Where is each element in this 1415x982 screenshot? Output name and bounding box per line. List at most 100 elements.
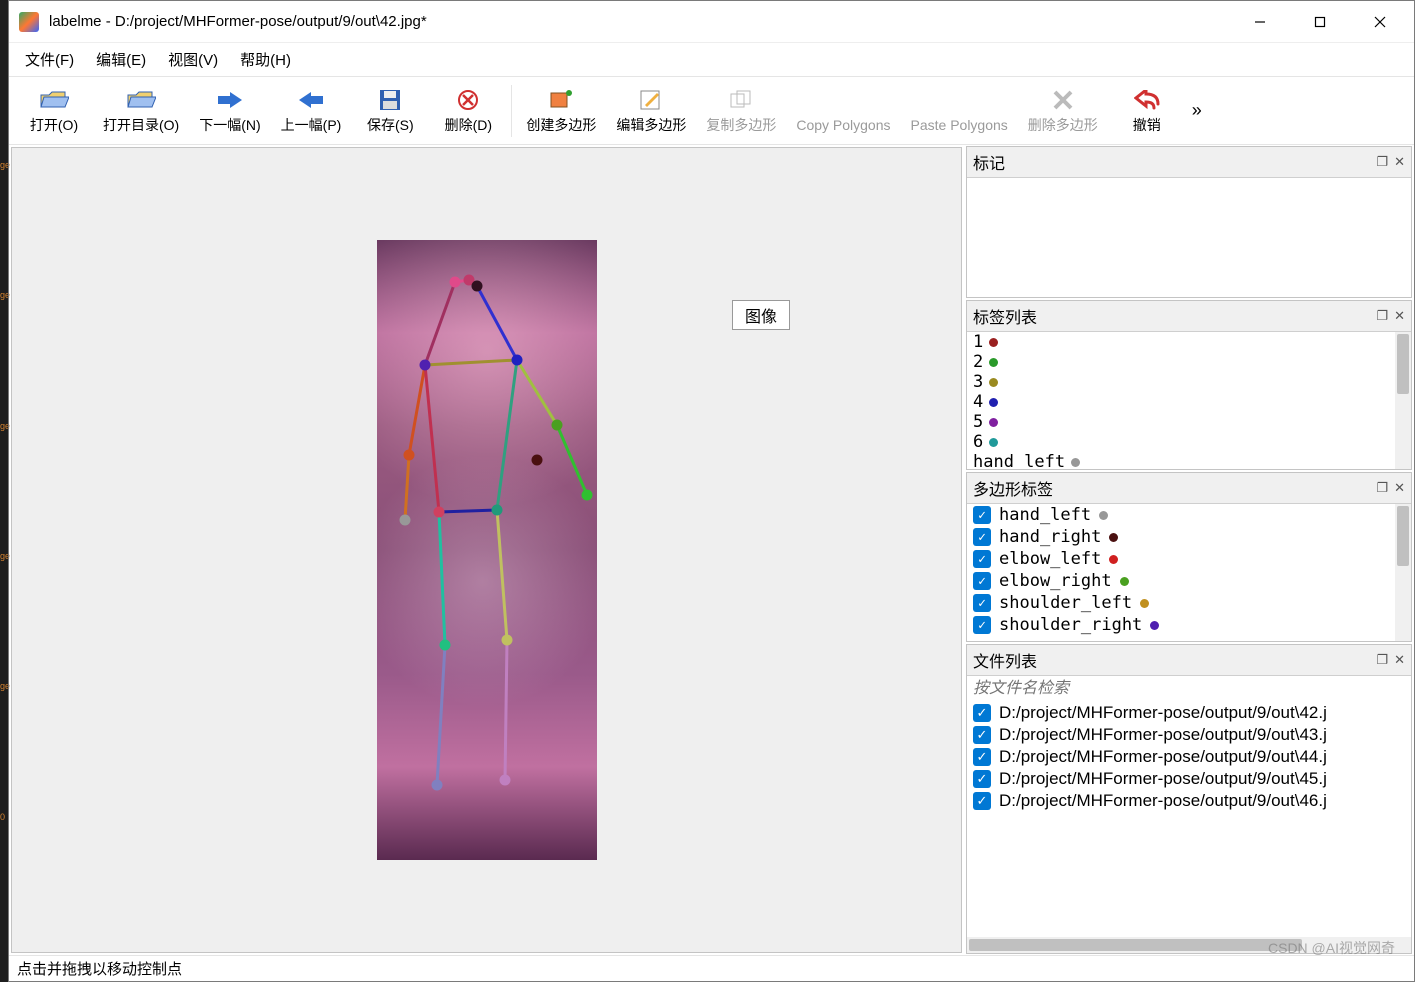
status-text: 点击并拖拽以移动控制点: [17, 958, 182, 979]
folder-open-icon: [39, 87, 69, 113]
app-icon: [19, 12, 39, 32]
panel-close-icon[interactable]: ✕: [1394, 480, 1405, 496]
minimize-button[interactable]: [1230, 6, 1290, 38]
keypoint-ankle_l[interactable]: [431, 780, 442, 791]
panel-close-icon[interactable]: ✕: [1394, 308, 1405, 324]
scrollbar[interactable]: [1395, 332, 1411, 469]
file-list-item[interactable]: ✓D:/project/MHFormer-pose/output/9/out\4…: [967, 768, 1411, 790]
checkbox-icon[interactable]: ✓: [973, 704, 991, 722]
toolbar: 打开(O) 打开目录(O) 下一幅(N) 上一幅(P) 保存(S) 删除(D) …: [9, 77, 1414, 145]
copy-polygons-button: Copy Polygons: [786, 85, 900, 137]
window-title: labelme - D:/project/MHFormer-pose/outpu…: [49, 13, 1230, 30]
panel-close-icon[interactable]: ✕: [1394, 652, 1405, 668]
polygons-list[interactable]: ✓hand_left✓hand_right✓elbow_left✓elbow_r…: [967, 504, 1411, 641]
panel-float-icon[interactable]: ❐: [1376, 480, 1388, 496]
prev-image-button[interactable]: 上一幅(P): [271, 83, 352, 139]
checkbox-icon[interactable]: ✓: [973, 748, 991, 766]
titlebar: labelme - D:/project/MHFormer-pose/outpu…: [9, 1, 1414, 43]
panel-float-icon[interactable]: ❐: [1376, 154, 1388, 170]
label-list-item[interactable]: 2: [967, 352, 1411, 372]
maximize-button[interactable]: [1290, 6, 1350, 38]
checkbox-icon[interactable]: ✓: [973, 572, 991, 590]
label-list-item[interactable]: hand_left: [967, 452, 1411, 469]
polygons-panel-title: 多边形标签: [973, 476, 1370, 500]
keypoint-ankle_r[interactable]: [499, 775, 510, 786]
checkbox-icon[interactable]: ✓: [973, 726, 991, 744]
menu-help[interactable]: 帮助(H): [234, 47, 297, 72]
file-search-input[interactable]: [967, 676, 1411, 702]
checkbox-icon[interactable]: ✓: [973, 770, 991, 788]
panel-float-icon[interactable]: ❐: [1376, 652, 1388, 668]
edit-polygon-button[interactable]: 编辑多边形: [606, 83, 696, 139]
keypoint-eye_r[interactable]: [471, 281, 482, 292]
polygon-list-item[interactable]: ✓shoulder_right: [967, 614, 1411, 636]
keypoint-hand_l[interactable]: [399, 515, 410, 526]
polygon-list-item[interactable]: ✓hand_right: [967, 526, 1411, 548]
open-button[interactable]: 打开(O): [15, 83, 93, 139]
toolbar-overflow-button[interactable]: »: [1186, 100, 1208, 121]
polygon-list-item[interactable]: ✓elbow_left: [967, 548, 1411, 570]
keypoint-knee_l[interactable]: [439, 640, 450, 651]
checkbox-icon[interactable]: ✓: [973, 792, 991, 810]
keypoint-nose[interactable]: [449, 277, 460, 288]
markers-panel-body[interactable]: [967, 178, 1411, 297]
keypoint-shoulder_l[interactable]: [419, 360, 430, 371]
file-list-item[interactable]: ✓D:/project/MHFormer-pose/output/9/out\4…: [967, 790, 1411, 812]
panel-float-icon[interactable]: ❐: [1376, 308, 1388, 324]
next-image-button[interactable]: 下一幅(N): [189, 83, 270, 139]
polygon-list-item[interactable]: ✓elbow_right: [967, 570, 1411, 592]
background-editor-strip: gegegegege0: [0, 0, 8, 982]
paste-polygons-button: Paste Polygons: [901, 85, 1018, 137]
delete-x-icon: [457, 87, 479, 113]
label-list-item[interactable]: 6: [967, 432, 1411, 452]
polygon-list-item[interactable]: ✓shoulder_left: [967, 592, 1411, 614]
scrollbar[interactable]: [1395, 504, 1411, 641]
image-canvas[interactable]: [377, 240, 597, 860]
keypoint-shoulder_r[interactable]: [511, 355, 522, 366]
polygon-list-item[interactable]: ✓hand_left: [967, 504, 1411, 526]
delete-x-icon: [1052, 87, 1074, 113]
label-list-item[interactable]: 5: [967, 412, 1411, 432]
delete-button[interactable]: 删除(D): [429, 83, 507, 139]
folder-icon: [126, 87, 156, 113]
arrow-left-icon: [297, 87, 325, 113]
save-button[interactable]: 保存(S): [351, 83, 429, 139]
checkbox-icon[interactable]: ✓: [973, 550, 991, 568]
checkbox-icon[interactable]: ✓: [973, 506, 991, 524]
labels-list[interactable]: 123456hand_left: [967, 332, 1411, 469]
keypoint-elbow_r[interactable]: [551, 420, 562, 431]
keypoint-hand_r[interactable]: [531, 455, 542, 466]
checkbox-icon[interactable]: ✓: [973, 594, 991, 612]
label-list-item[interactable]: 3: [967, 372, 1411, 392]
canvas-area[interactable]: 图像: [11, 147, 962, 953]
panel-close-icon[interactable]: ✕: [1394, 154, 1405, 170]
undo-button[interactable]: 撤销: [1108, 83, 1186, 139]
polygon-edit-icon: [639, 87, 663, 113]
label-list-item[interactable]: 1: [967, 332, 1411, 352]
checkbox-icon[interactable]: ✓: [973, 616, 991, 634]
files-panel: 文件列表 ❐ ✕ ✓D:/project/MHFormer-pose/output/…: [966, 644, 1412, 954]
files-panel-title: 文件列表: [973, 648, 1370, 672]
menu-file[interactable]: 文件(F): [19, 47, 80, 72]
menu-view[interactable]: 视图(V): [162, 47, 224, 72]
files-list[interactable]: ✓D:/project/MHFormer-pose/output/9/out\4…: [967, 702, 1411, 953]
file-list-item[interactable]: ✓D:/project/MHFormer-pose/output/9/out\4…: [967, 746, 1411, 768]
keypoint-hip_r[interactable]: [491, 505, 502, 516]
keypoint-hip_l[interactable]: [433, 507, 444, 518]
keypoint-hand_r2[interactable]: [581, 490, 592, 501]
duplicate-polygon-button: 复制多边形: [696, 83, 786, 139]
polygon-copy-icon: [729, 87, 753, 113]
checkbox-icon[interactable]: ✓: [973, 528, 991, 546]
menu-edit[interactable]: 编辑(E): [90, 47, 152, 72]
floppy-disk-icon: [379, 87, 401, 113]
open-dir-button[interactable]: 打开目录(O): [93, 83, 189, 139]
keypoint-elbow_l[interactable]: [403, 450, 414, 461]
statusbar: 点击并拖拽以移动控制点: [9, 955, 1414, 981]
keypoint-knee_r[interactable]: [501, 635, 512, 646]
create-polygon-button[interactable]: 创建多边形: [516, 83, 606, 139]
label-list-item[interactable]: 4: [967, 392, 1411, 412]
file-list-item[interactable]: ✓D:/project/MHFormer-pose/output/9/out\4…: [967, 724, 1411, 746]
close-button[interactable]: [1350, 6, 1410, 38]
file-list-item[interactable]: ✓D:/project/MHFormer-pose/output/9/out\4…: [967, 702, 1411, 724]
labels-panel-title: 标签列表: [973, 304, 1370, 328]
